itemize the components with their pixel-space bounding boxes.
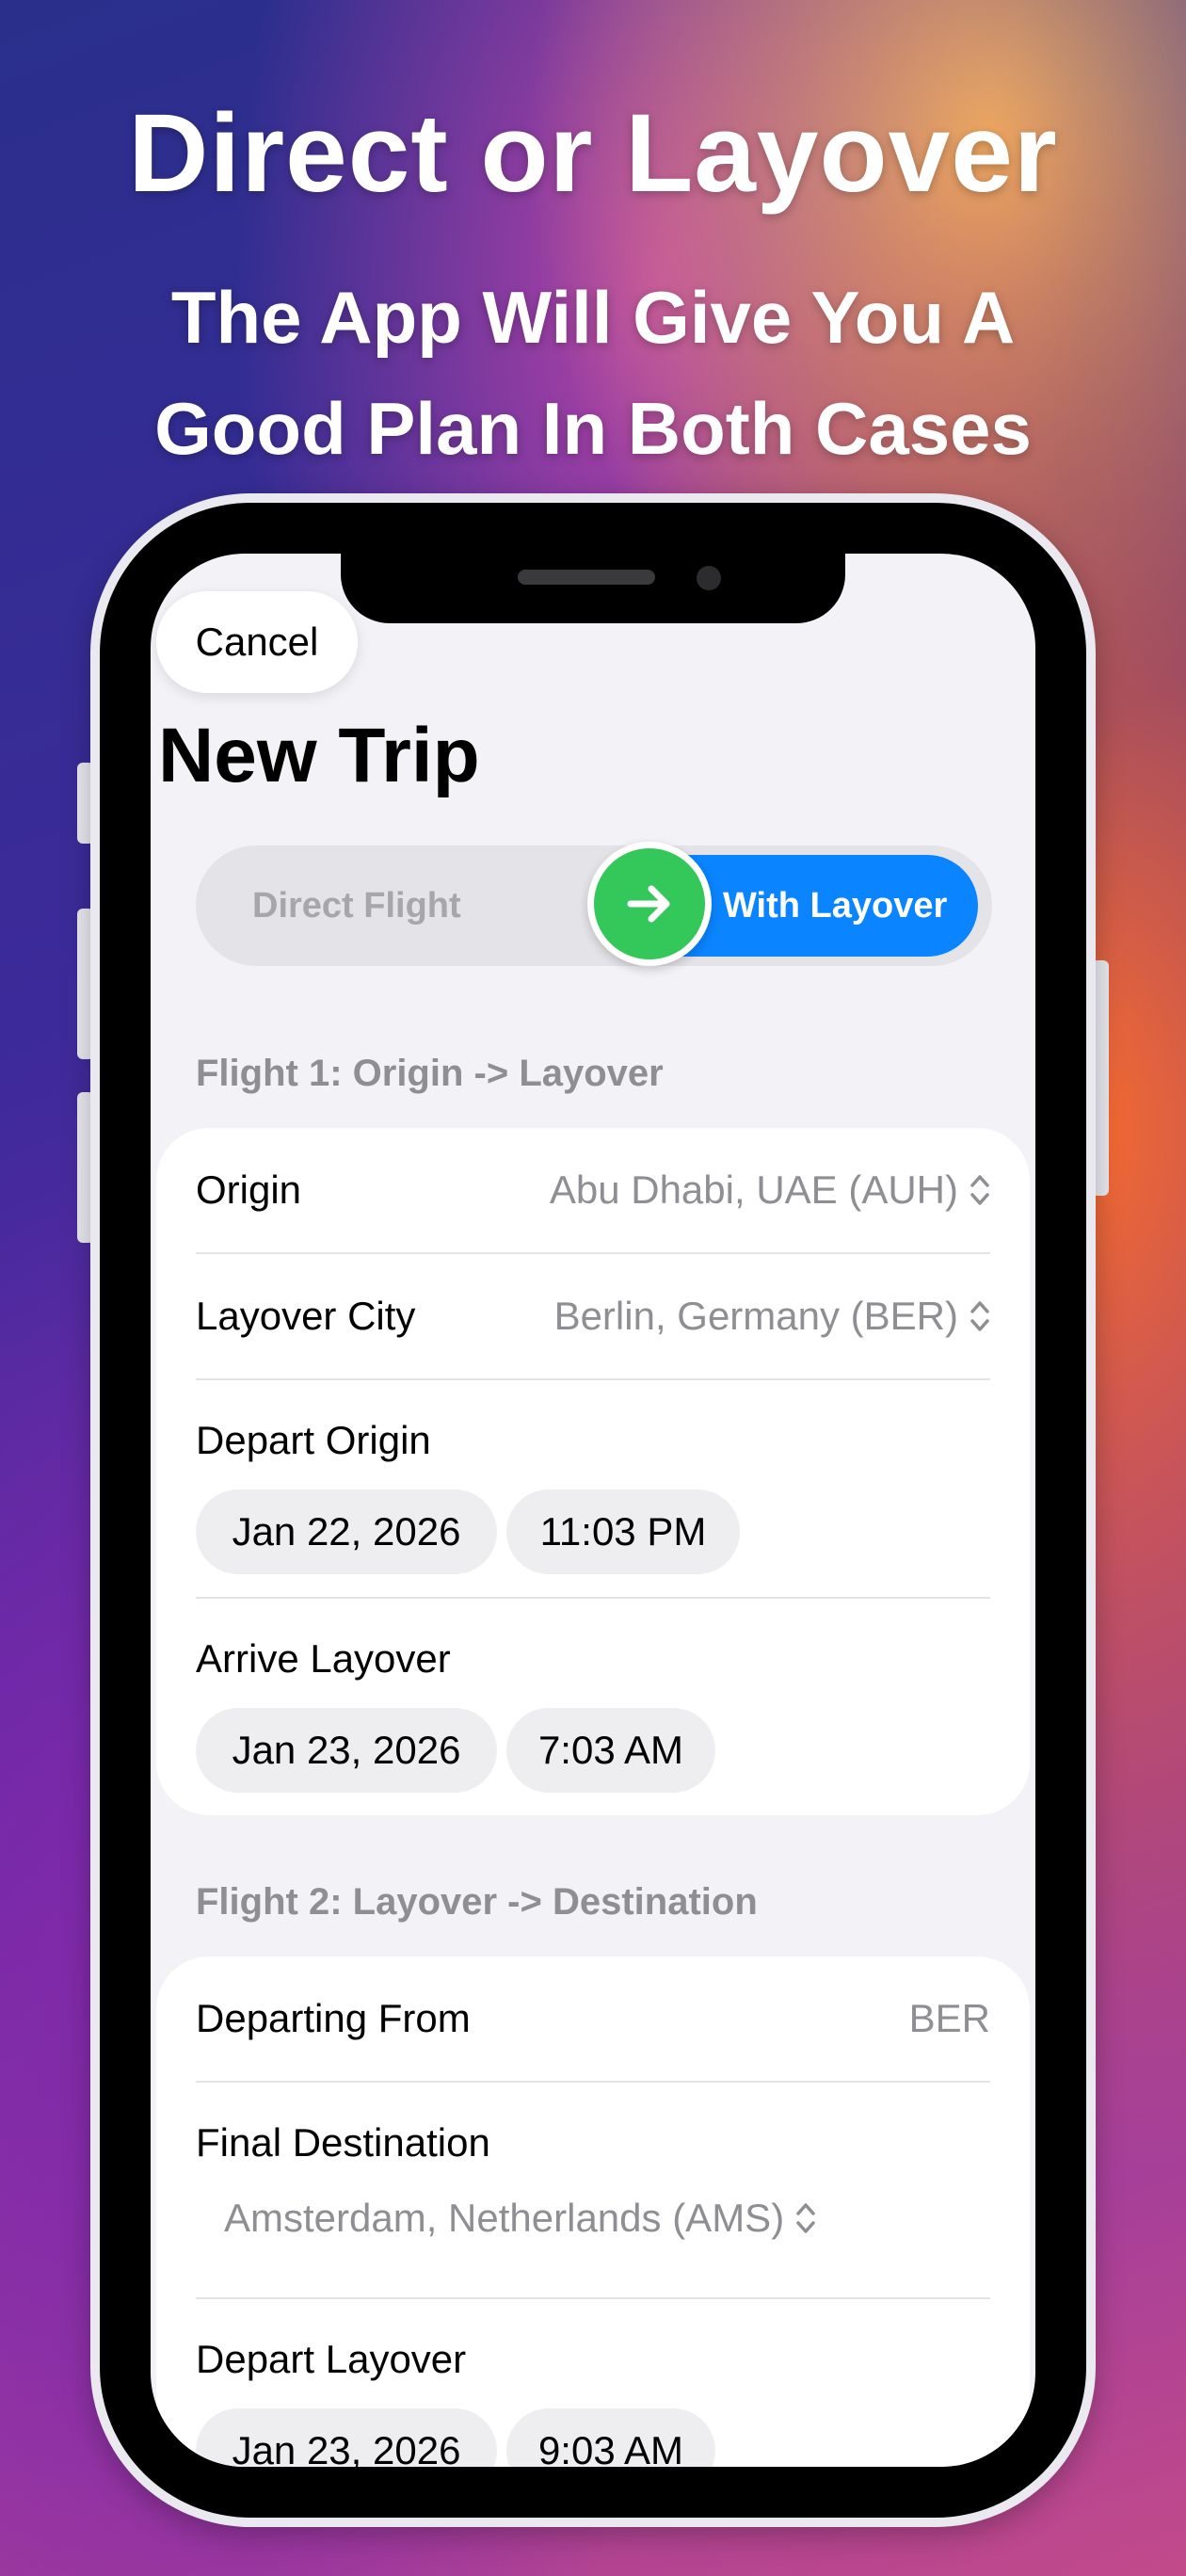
- arrive-layover-time[interactable]: 7:03 AM: [506, 1708, 715, 1793]
- page-title: New Trip: [158, 713, 480, 798]
- layover-city-row[interactable]: Layover City Berlin, Germany (BER): [196, 1254, 990, 1378]
- depart-layover-time[interactable]: 9:03 AM: [506, 2408, 715, 2467]
- chevron-up-down-icon: [796, 2203, 815, 2233]
- promo-subline-2: Good Plan In Both Cases: [154, 387, 1032, 470]
- phone-notch: [341, 503, 845, 623]
- depart-layover-label: Depart Layover: [196, 2337, 467, 2381]
- final-destination-label: Final Destination: [196, 2120, 490, 2165]
- arrow-right-icon: [627, 885, 670, 923]
- depart-origin-row: Depart Origin Jan 22, 2026 11:03 PM: [196, 1380, 990, 1597]
- origin-label: Origin: [196, 1167, 302, 1212]
- direct-flight-option[interactable]: Direct Flight: [252, 845, 461, 966]
- trip-type-toggle[interactable]: [587, 842, 712, 966]
- depart-origin-label: Depart Origin: [196, 1418, 431, 1462]
- flight1-card: Origin Abu Dhabi, UAE (AUH) Layover City…: [156, 1128, 1030, 1815]
- speaker-grille: [518, 570, 655, 585]
- with-layover-label: With Layover: [723, 886, 948, 926]
- depart-origin-time[interactable]: 11:03 PM: [506, 1489, 740, 1574]
- arrive-layover-date[interactable]: Jan 23, 2026: [196, 1708, 497, 1793]
- cancel-button[interactable]: Cancel: [156, 591, 358, 693]
- depart-origin-date[interactable]: Jan 22, 2026: [196, 1489, 497, 1574]
- layover-city-picker[interactable]: Berlin, Germany (BER): [554, 1294, 990, 1339]
- departing-from-row: Departing From BER: [196, 1956, 990, 2081]
- promo-subline-1: The App Will Give You A: [170, 276, 1016, 359]
- origin-picker[interactable]: Abu Dhabi, UAE (AUH): [550, 1167, 990, 1213]
- flight2-section-header: Flight 2: Layover -> Destination: [196, 1881, 758, 1923]
- final-destination-picker[interactable]: Amsterdam, Netherlands (AMS): [224, 2196, 816, 2241]
- app-screen: Cancel New Trip Direct Flight With Layov…: [151, 554, 1035, 2467]
- origin-row[interactable]: Origin Abu Dhabi, UAE (AUH): [196, 1128, 990, 1252]
- layover-city-value: Berlin, Germany (BER): [553, 1294, 958, 1338]
- chevron-up-down-icon: [970, 1175, 989, 1205]
- departing-from-value: BER: [908, 1996, 990, 2040]
- final-destination-value: Amsterdam, Netherlands (AMS): [224, 2196, 785, 2240]
- promo-headline: Direct or Layover: [128, 91, 1058, 216]
- chevron-up-down-icon: [970, 1301, 989, 1331]
- departing-from-label: Departing From: [196, 1996, 471, 2040]
- origin-value: Abu Dhabi, UAE (AUH): [549, 1167, 958, 1212]
- front-camera: [697, 566, 721, 590]
- layover-city-label: Layover City: [196, 1294, 416, 1338]
- arrive-layover-row: Arrive Layover Jan 23, 2026 7:03 AM: [196, 1599, 990, 1815]
- promo-canvas: Direct or Layover The App Will Give You …: [0, 0, 1186, 2576]
- flight2-card: Departing From BER Final Destination Ams…: [156, 1956, 1030, 2467]
- depart-layover-row: Depart Layover Jan 23, 2026 9:03 AM: [196, 2299, 990, 2467]
- final-destination-row[interactable]: Final Destination Amsterdam, Netherlands…: [196, 2083, 990, 2297]
- depart-layover-date[interactable]: Jan 23, 2026: [196, 2408, 497, 2467]
- flight1-section-header: Flight 1: Origin -> Layover: [196, 1053, 664, 1094]
- arrive-layover-label: Arrive Layover: [196, 1636, 451, 1681]
